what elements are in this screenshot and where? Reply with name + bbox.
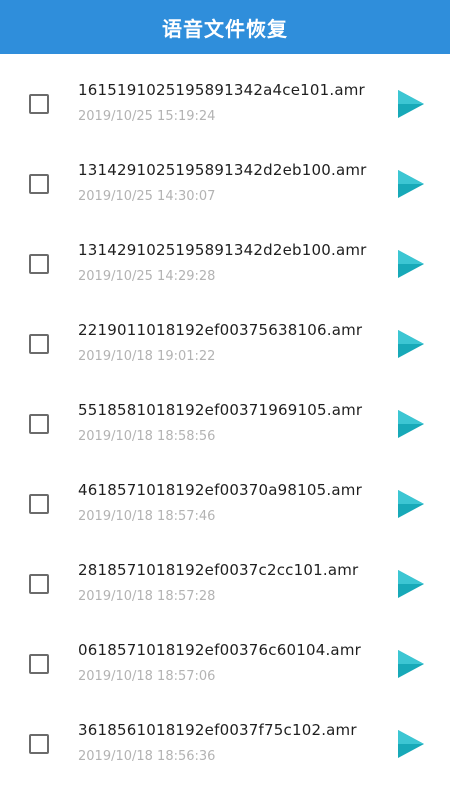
file-timestamp: 2019/10/18 18:56:36 — [78, 749, 216, 764]
select-checkbox[interactable] — [29, 734, 49, 754]
select-checkbox[interactable] — [29, 254, 49, 274]
file-timestamp: 2019/10/25 14:30:07 — [78, 189, 216, 204]
play-icon[interactable] — [398, 330, 424, 358]
file-name: 1314291025195891342d2eb100.amr — [78, 241, 367, 259]
play-icon[interactable] — [398, 490, 424, 518]
list-item[interactable]: 1314291025195891342d2eb100.amr 2019/10/2… — [0, 134, 450, 214]
play-icon[interactable] — [398, 570, 424, 598]
list-item[interactable]: 2818571018192ef0037c2cc101.amr 2019/10/1… — [0, 534, 450, 614]
file-name: 2818571018192ef0037c2cc101.amr — [78, 561, 359, 579]
file-name: 1615191025195891342a4ce101.amr — [78, 81, 365, 99]
file-timestamp: 2019/10/18 18:57:46 — [78, 509, 216, 524]
select-checkbox[interactable] — [29, 574, 49, 594]
select-checkbox[interactable] — [29, 654, 49, 674]
play-icon[interactable] — [398, 730, 424, 758]
file-name: 3618561018192ef0037f75c102.amr — [78, 721, 357, 739]
play-icon[interactable] — [398, 170, 424, 198]
file-name: 4618571018192ef00370a98105.amr — [78, 481, 362, 499]
select-checkbox[interactable] — [29, 494, 49, 514]
file-timestamp: 2019/10/18 19:01:22 — [78, 349, 216, 364]
file-timestamp: 2019/10/25 15:19:24 — [78, 109, 216, 124]
list-item[interactable]: 4618571018192ef00370a98105.amr 2019/10/1… — [0, 454, 450, 534]
play-icon[interactable] — [398, 250, 424, 278]
app-header: 语音文件恢复 — [0, 0, 450, 54]
file-name: 5518581018192ef00371969105.amr — [78, 401, 363, 419]
list-item[interactable]: 0618571018192ef00376c60104.amr 2019/10/1… — [0, 614, 450, 694]
select-checkbox[interactable] — [29, 414, 49, 434]
list-item[interactable]: 1314291025195891342d2eb100.amr 2019/10/2… — [0, 214, 450, 294]
file-list: 1615191025195891342a4ce101.amr 2019/10/2… — [0, 54, 450, 774]
select-checkbox[interactable] — [29, 174, 49, 194]
file-timestamp: 2019/10/18 18:57:28 — [78, 589, 216, 604]
select-checkbox[interactable] — [29, 334, 49, 354]
file-timestamp: 2019/10/18 18:57:06 — [78, 669, 216, 684]
file-name: 1314291025195891342d2eb100.amr — [78, 161, 367, 179]
file-name: 2219011018192ef00375638106.amr — [78, 321, 363, 339]
file-name: 0618571018192ef00376c60104.amr — [78, 641, 361, 659]
list-item[interactable]: 1615191025195891342a4ce101.amr 2019/10/2… — [0, 54, 450, 134]
file-timestamp: 2019/10/25 14:29:28 — [78, 269, 216, 284]
list-item[interactable]: 3618561018192ef0037f75c102.amr 2019/10/1… — [0, 694, 450, 774]
play-icon[interactable] — [398, 90, 424, 118]
list-item[interactable]: 5518581018192ef00371969105.amr 2019/10/1… — [0, 374, 450, 454]
list-item[interactable]: 2219011018192ef00375638106.amr 2019/10/1… — [0, 294, 450, 374]
select-checkbox[interactable] — [29, 94, 49, 114]
play-icon[interactable] — [398, 650, 424, 678]
play-icon[interactable] — [398, 410, 424, 438]
page-title: 语音文件恢复 — [162, 16, 288, 41]
file-timestamp: 2019/10/18 18:58:56 — [78, 429, 216, 444]
